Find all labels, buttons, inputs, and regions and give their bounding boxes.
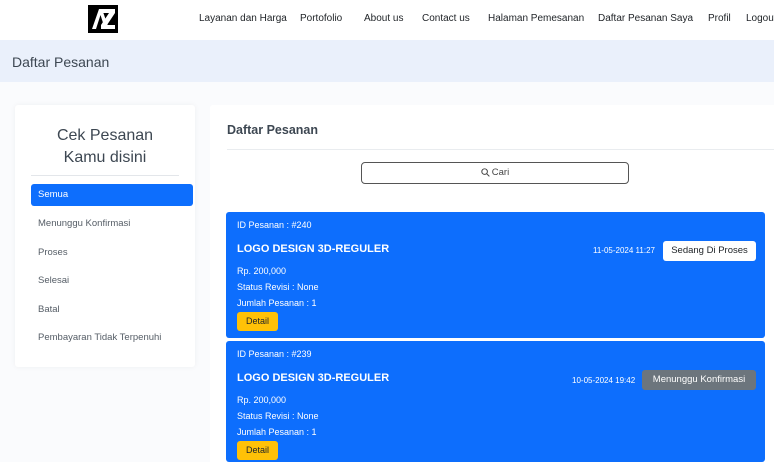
order-price: Rp. 200,000 — [237, 266, 287, 276]
nav-portofolio[interactable]: Portofolio — [300, 13, 342, 24]
order-revision-status: Status Revisi : None — [237, 282, 319, 292]
detail-button[interactable]: Detail — [237, 312, 278, 331]
order-revision-status: Status Revisi : None — [237, 411, 319, 421]
page-header-band: Daftar Pesanan — [0, 40, 774, 82]
search-icon — [481, 168, 490, 177]
nav-profil[interactable]: Profil — [708, 13, 731, 24]
order-quantity: Jumlah Pesanan : 1 — [237, 298, 317, 308]
status-badge: Sedang Di Proses — [663, 241, 756, 261]
sidebar-title-line1: Cek Pesanan — [56, 127, 154, 144]
order-product-name: LOGO DESIGN 3D-REGULER — [237, 243, 390, 255]
order-filter-sidebar: Cek Pesanan Kamu disini Semua Menunggu K… — [15, 105, 195, 367]
search-button[interactable]: Cari — [361, 162, 629, 184]
nav-contact-us[interactable]: Contact us — [422, 13, 470, 24]
order-date: 10-05-2024 19:42 — [572, 376, 636, 385]
detail-button[interactable]: Detail — [237, 441, 278, 460]
panel-divider — [227, 149, 774, 150]
search-label: Cari — [491, 167, 510, 178]
top-navbar: Layanan dan Harga Portofolio About us Co… — [0, 0, 774, 40]
order-list-panel: Daftar Pesanan Cari ID Pesanan : #240 LO… — [210, 105, 774, 462]
nav-daftar-pesanan-saya[interactable]: Daftar Pesanan Saya — [598, 13, 693, 24]
sidebar-title-line2: Kamu disini — [63, 149, 147, 166]
order-card: ID Pesanan : #240 LOGO DESIGN 3D-REGULER… — [226, 212, 765, 338]
status-badge: Menunggu Konfirmasi — [642, 370, 756, 390]
sidebar-item-batal[interactable]: Batal — [31, 299, 193, 321]
sidebar-item-proses[interactable]: Proses — [31, 242, 193, 264]
order-date: 11-05-2024 11:27 — [593, 246, 655, 255]
nav-logout[interactable]: Logout — [746, 13, 774, 24]
page-header-title: Daftar Pesanan — [12, 54, 110, 70]
nav-layanan-harga[interactable]: Layanan dan Harga — [199, 13, 287, 24]
order-id: ID Pesanan : #239 — [237, 349, 312, 359]
brand-logo[interactable] — [88, 5, 118, 33]
nav-about-us[interactable]: About us — [364, 13, 403, 24]
nav-halaman-pemesanan[interactable]: Halaman Pemesanan — [488, 13, 584, 24]
order-id: ID Pesanan : #240 — [237, 220, 312, 230]
order-price: Rp. 200,000 — [237, 395, 287, 405]
sidebar-title: Cek Pesanan Kamu disini — [15, 125, 195, 169]
sidebar-item-menunggu-konfirmasi[interactable]: Menunggu Konfirmasi — [31, 213, 193, 235]
panel-title: Daftar Pesanan — [227, 123, 319, 137]
order-card: ID Pesanan : #239 LOGO DESIGN 3D-REGULER… — [226, 341, 765, 462]
sidebar-divider — [31, 175, 179, 176]
sidebar-item-pembayaran-tidak-terpenuhi[interactable]: Pembayaran Tidak Terpenuhi — [31, 327, 193, 349]
order-quantity: Jumlah Pesanan : 1 — [237, 427, 317, 437]
order-product-name: LOGO DESIGN 3D-REGULER — [237, 372, 390, 384]
sidebar-item-selesai[interactable]: Selesai — [31, 270, 193, 292]
sidebar-item-semua[interactable]: Semua — [31, 184, 193, 206]
